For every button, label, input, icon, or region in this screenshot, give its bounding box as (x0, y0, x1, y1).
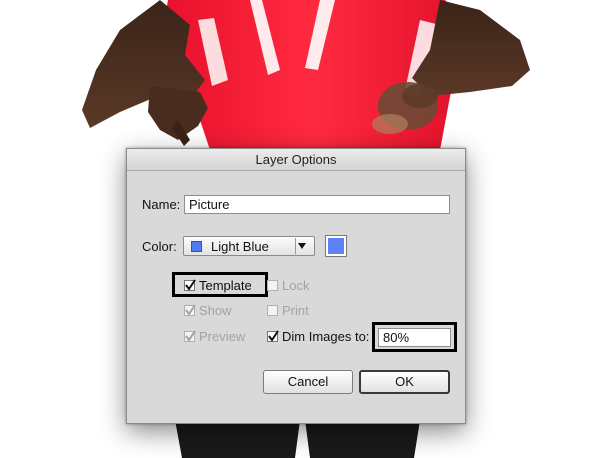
print-checkbox[interactable] (267, 305, 278, 316)
checkmark-icon (185, 279, 196, 291)
custom-color-button[interactable] (325, 235, 347, 257)
dim-images-label: Dim Images to: (282, 329, 370, 344)
dim-images-checkbox[interactable] (267, 330, 279, 342)
print-label: Print (282, 303, 309, 318)
preview-label: Preview (199, 329, 246, 344)
color-select[interactable]: Light Blue (183, 236, 315, 256)
color-preview (328, 238, 344, 254)
layer-options-dialog: Layer Options Name: Color: Light Blue Te… (126, 148, 466, 424)
lock-label: Lock (282, 278, 310, 293)
checkmark-icon (268, 330, 279, 342)
checkmark-icon (185, 304, 196, 316)
show-checkbox[interactable] (184, 304, 196, 316)
show-label: Show (199, 303, 232, 318)
dim-images-input[interactable] (378, 328, 451, 347)
checkmark-icon (185, 330, 196, 342)
template-checkbox[interactable] (184, 279, 196, 291)
name-field[interactable] (184, 195, 450, 214)
name-label: Name: (142, 197, 181, 212)
chevron-down-icon (298, 243, 306, 249)
ok-button[interactable]: OK (359, 370, 450, 394)
color-label: Color: (142, 239, 177, 254)
select-divider (295, 238, 296, 254)
dialog-title: Layer Options (127, 149, 465, 171)
color-select-value: Light Blue (211, 239, 269, 254)
cancel-button[interactable]: Cancel (263, 370, 353, 394)
lock-checkbox[interactable] (267, 280, 278, 291)
color-swatch-icon (191, 241, 202, 252)
template-label: Template (199, 278, 252, 293)
preview-checkbox[interactable] (184, 330, 196, 342)
